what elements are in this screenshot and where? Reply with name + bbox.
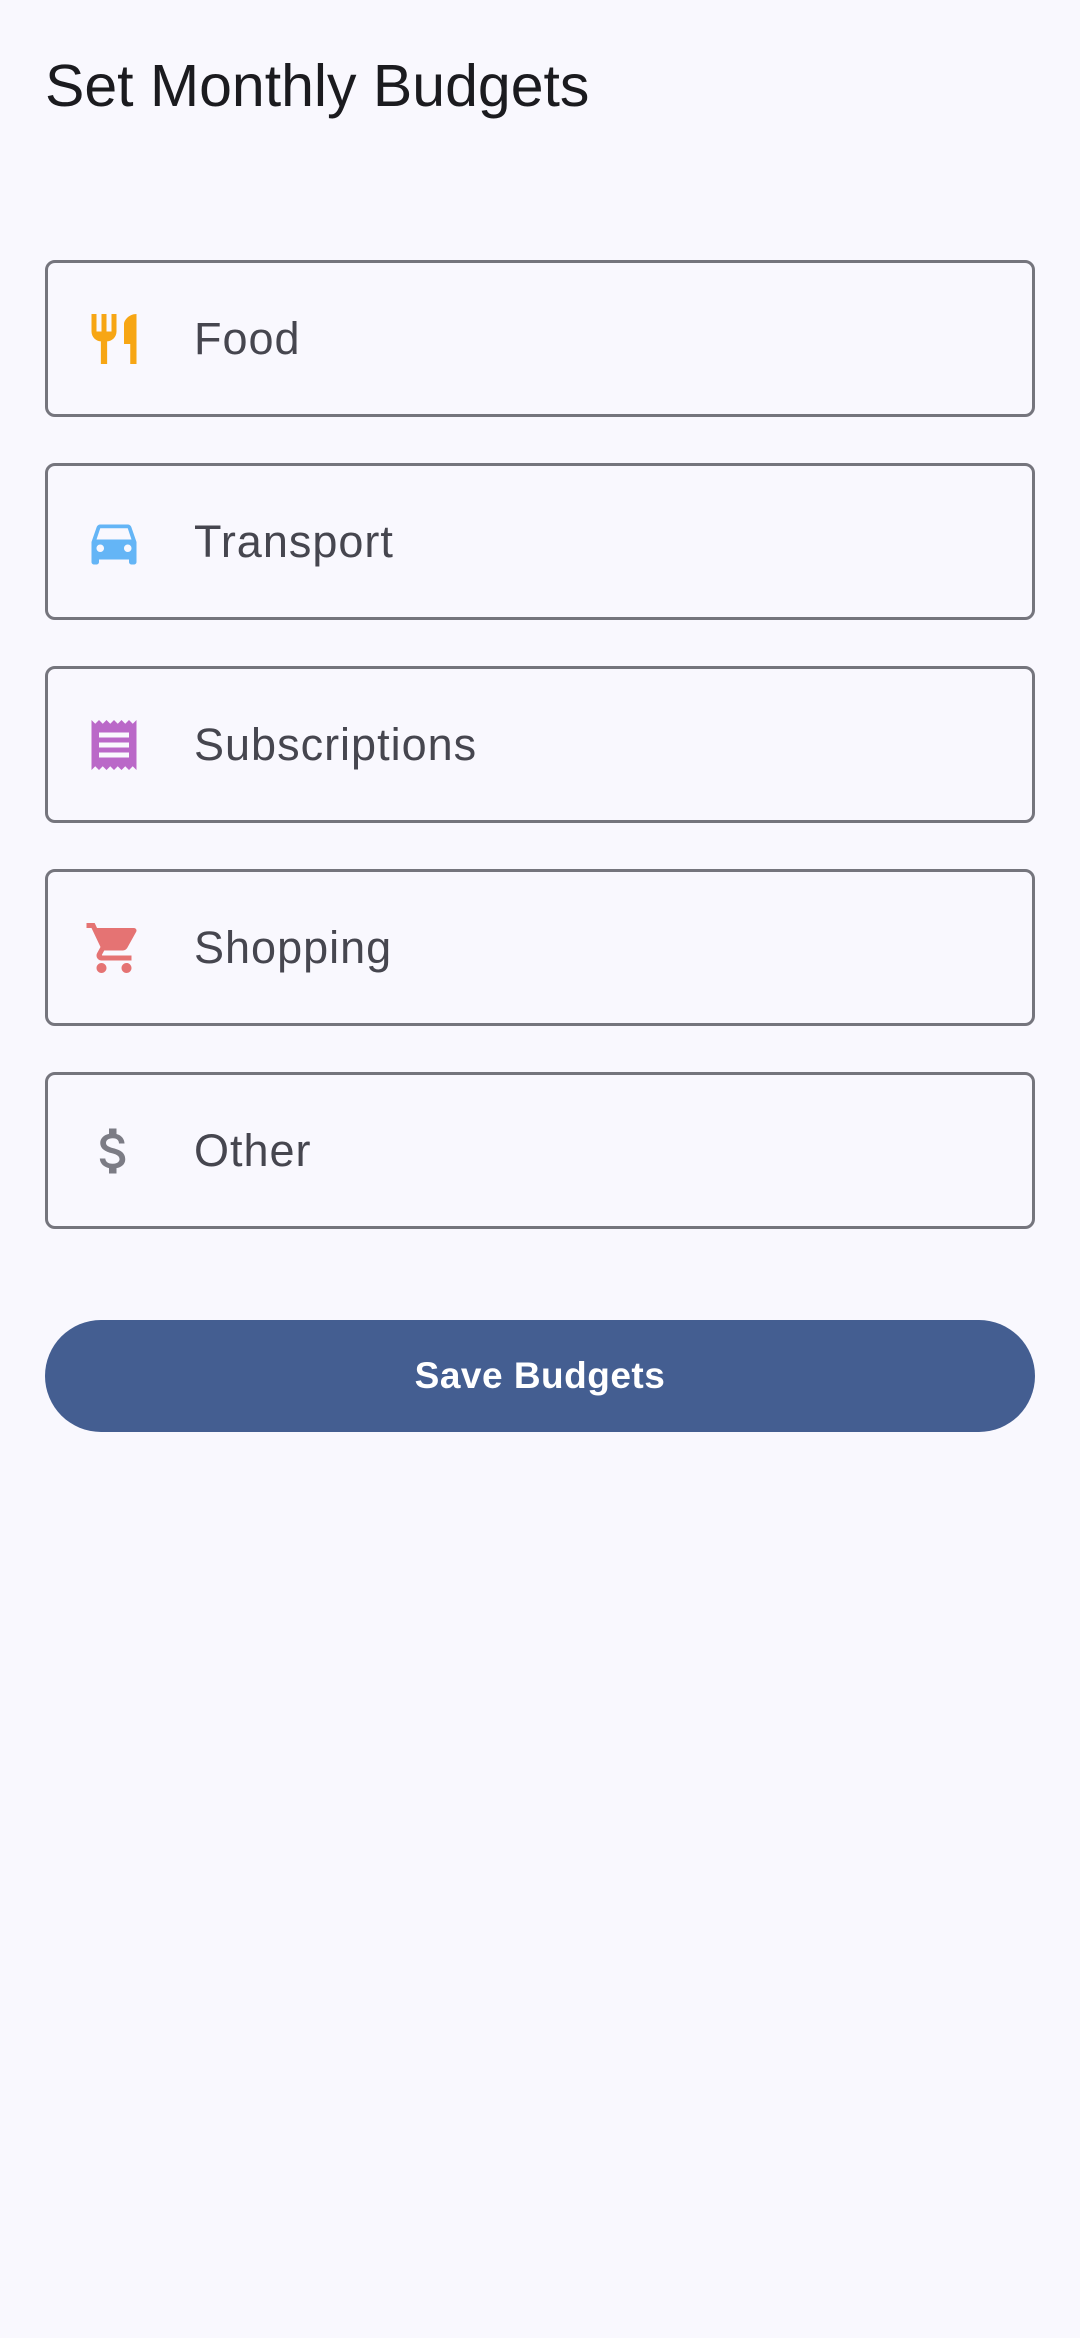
shopping-cart-icon <box>84 918 144 978</box>
food-budget-field[interactable] <box>45 260 1035 417</box>
transport-budget-input[interactable] <box>194 466 1002 617</box>
food-budget-input[interactable] <box>194 263 1002 414</box>
shopping-budget-field[interactable] <box>45 869 1035 1026</box>
subscriptions-budget-input[interactable] <box>194 669 1002 820</box>
car-icon <box>84 512 144 572</box>
restaurant-icon <box>84 309 144 369</box>
subscriptions-budget-field[interactable] <box>45 666 1035 823</box>
page-title: Set Monthly Budgets <box>45 53 590 119</box>
other-budget-input[interactable] <box>194 1075 1002 1226</box>
transport-budget-field[interactable] <box>45 463 1035 620</box>
shopping-budget-input[interactable] <box>194 872 1002 1023</box>
receipt-icon <box>84 715 144 775</box>
other-budget-field[interactable] <box>45 1072 1035 1229</box>
save-budgets-button[interactable]: Save Budgets <box>45 1320 1035 1432</box>
dollar-icon <box>84 1121 144 1181</box>
